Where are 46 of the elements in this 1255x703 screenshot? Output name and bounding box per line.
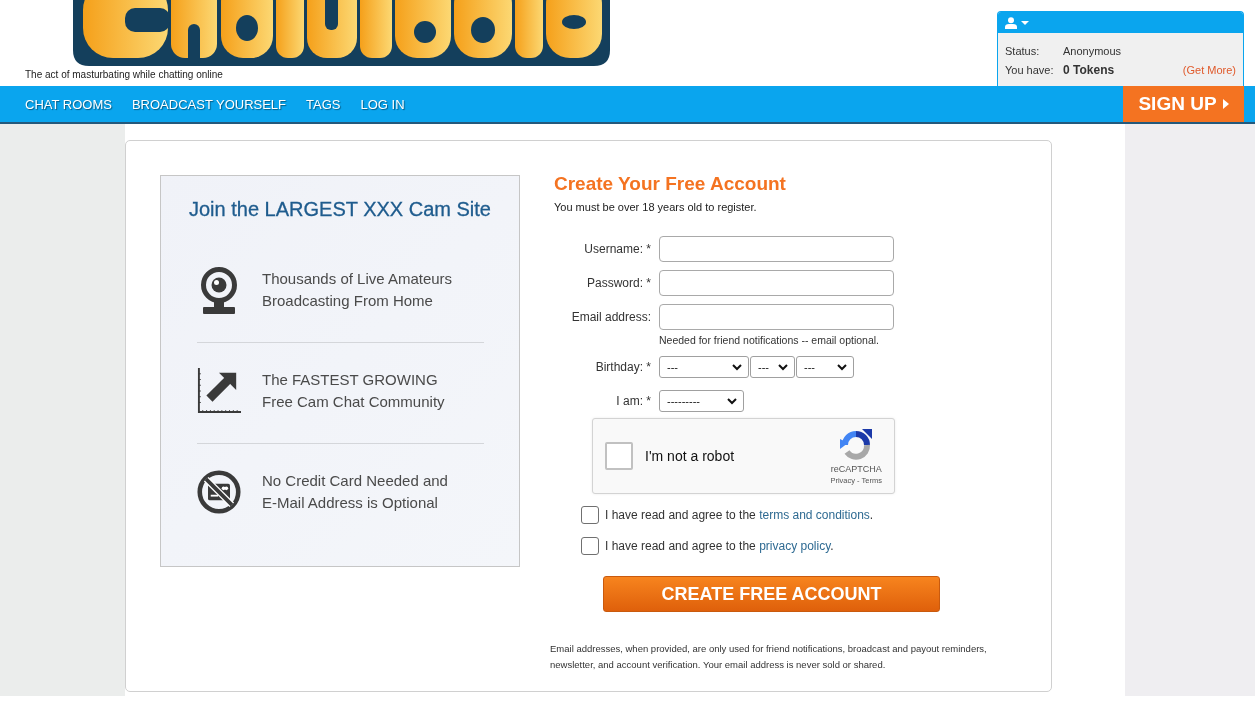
status-value: Anonymous	[1063, 45, 1122, 57]
field-hint: Needed for friend notifications -- email optional.	[659, 333, 881, 348]
input-field[interactable]	[659, 236, 894, 262]
age-notice: You must be over 18 years old to register.	[554, 200, 757, 214]
caret-icon	[1222, 99, 1229, 109]
captcha-checkbox[interactable]	[605, 442, 633, 470]
captcha-brand: reCAPTCHA	[830, 463, 882, 475]
feature-text: The FASTEST GROWING Free Cam Chat Community	[262, 370, 445, 412]
status-label: Status:	[1005, 45, 1041, 57]
field-label: Password: *	[585, 275, 651, 292]
chevron-icon	[732, 363, 742, 371]
token-count: 0 Tokens	[1063, 63, 1115, 77]
select-field[interactable]: ---------	[659, 390, 744, 412]
select-field[interactable]: ---	[796, 356, 854, 378]
consent-text: I have read and agree to the terms and conditions.	[605, 508, 874, 522]
select-field[interactable]: ---	[659, 356, 749, 378]
get-more-link[interactable]: (Get More)	[1182, 64, 1236, 76]
logo-artwork[interactable]	[73, 0, 610, 68]
form-title: Create Your Free Account	[554, 173, 786, 195]
select-field[interactable]: ---	[750, 356, 795, 378]
user-icon	[1005, 16, 1017, 29]
checkbox[interactable]	[581, 537, 599, 555]
feature-text: No Credit Card Needed and E-Mail Address is Optional	[262, 471, 448, 513]
tagline: The act of masturbating while chatting online	[25, 69, 223, 81]
feature-text: Thousands of Live Amateurs Broadcasting From Home	[262, 269, 453, 311]
field-label: I am: *	[615, 393, 651, 410]
input-field[interactable]	[659, 270, 894, 296]
chevron-icon	[837, 363, 847, 371]
checkbox[interactable]	[581, 506, 599, 524]
captcha-label: I'm not a robot	[645, 448, 735, 464]
field-label: Username: *	[583, 241, 651, 258]
consent-text: I have read and agree to the privacy policy.	[605, 539, 834, 553]
input-field[interactable]	[659, 304, 894, 330]
disclaimer-text: Email addresses, when provided, are only used for friend notifications, broadcast and payout reminders, newsletter, and account verification. Your email address is never sold or shared.	[550, 642, 987, 672]
tokens-label: You have:	[1005, 64, 1055, 76]
chevron-icon	[727, 397, 737, 405]
consent-link[interactable]: terms and conditions	[759, 508, 870, 522]
chevron-icon	[778, 363, 788, 371]
growth-arrow-icon	[197, 367, 241, 415]
recaptcha-logo-icon	[840, 428, 873, 461]
field-label: Email address:	[570, 309, 651, 326]
field-label: Birthday: *	[594, 359, 651, 376]
caret-icon	[1021, 20, 1029, 25]
account-menu-button[interactable]	[998, 12, 1243, 33]
promo-title: Join the LARGEST XXX Cam Site	[188, 197, 492, 221]
no-credit-card-icon	[197, 468, 241, 516]
